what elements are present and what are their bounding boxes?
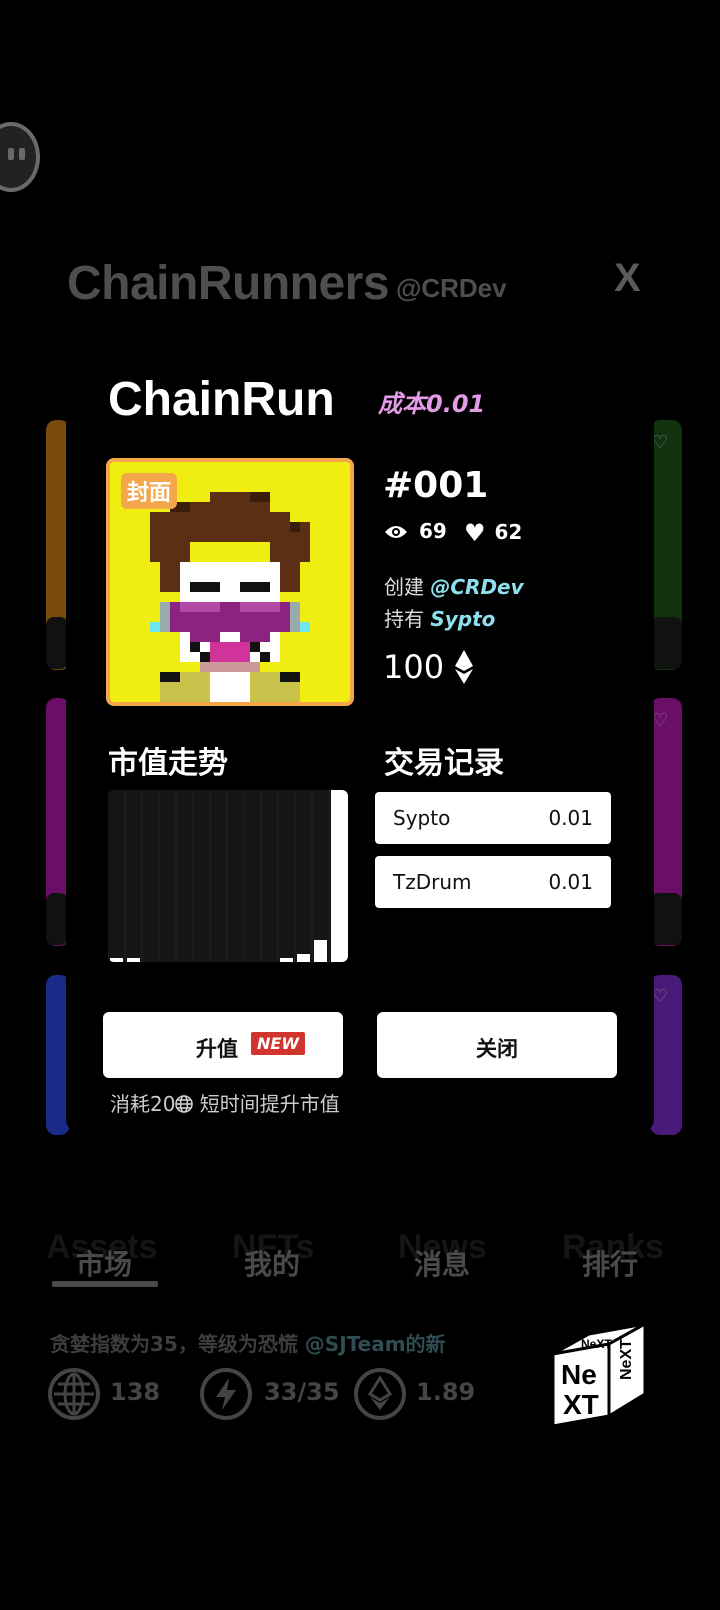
bg-card-footer xyxy=(650,617,682,669)
energy-count: 33/35 xyxy=(264,1378,340,1406)
trade-row[interactable]: Sypto 0.01 xyxy=(375,792,611,844)
eth-icon xyxy=(354,1368,406,1420)
close-label: 关闭 xyxy=(476,1037,518,1061)
coin-count: 138 xyxy=(110,1378,161,1406)
trend-bar xyxy=(297,954,310,962)
trend-bar xyxy=(110,958,123,962)
creator-line: 创建 @CRDev xyxy=(384,571,524,600)
new-badge: NEW xyxy=(251,1032,305,1055)
heart-icon[interactable]: ♡ xyxy=(652,712,670,730)
trade-row[interactable]: TzDrum 0.01 xyxy=(375,856,611,908)
close-icon[interactable]: X xyxy=(614,256,641,301)
svg-text:NeXT: NeXT xyxy=(581,1337,612,1351)
trade-history-title: 交易记录 xyxy=(384,746,504,781)
upgrade-hint: 消耗20 短时间提升市值 xyxy=(110,1088,340,1117)
hint-suffix: 短时间提升市值 xyxy=(193,1092,340,1116)
likes-count: 62 xyxy=(494,520,523,544)
cover-label: 封面 xyxy=(121,473,178,509)
active-tab-indicator xyxy=(52,1281,158,1287)
heart-icon[interactable]: ♡ xyxy=(652,434,670,452)
chat-bubble-icon[interactable] xyxy=(0,122,40,192)
eye-icon xyxy=(385,526,407,538)
eth-icon xyxy=(455,650,474,684)
heart-icon[interactable]: ♡ xyxy=(652,988,670,1006)
collection-title: ChainRunners xyxy=(67,257,390,310)
token-id: #001 xyxy=(383,465,489,506)
svg-text:Ne: Ne xyxy=(561,1359,597,1390)
upgrade-label: 升值 xyxy=(196,1037,238,1061)
views-count: 69 xyxy=(418,519,447,543)
owner-line: 持有 Sypto xyxy=(384,603,495,632)
price: 100 xyxy=(383,648,474,686)
cost-badge: 成本0.01 xyxy=(378,390,486,418)
trade-party: TzDrum xyxy=(393,870,472,894)
creator-link[interactable]: @CRDev xyxy=(430,575,523,599)
price-value: 100 xyxy=(383,648,445,686)
eth-balance: 1.89 xyxy=(416,1378,476,1406)
svg-text:XT: XT xyxy=(563,1389,599,1420)
bg-card-footer xyxy=(46,893,68,945)
modal-title: ChainRun xyxy=(108,373,335,426)
trade-party: Sypto xyxy=(393,806,451,830)
tab-mine[interactable]: 我的 xyxy=(244,1243,300,1283)
next-logo: Ne XT NeXT NeXT xyxy=(551,1321,647,1428)
trade-amount: 0.01 xyxy=(548,806,593,830)
trend-bar xyxy=(280,958,293,962)
ticker-highlight: @SJTeam的新 xyxy=(304,1332,446,1356)
views-stat: 69 xyxy=(384,519,447,543)
bg-card-footer xyxy=(46,617,68,669)
globe-icon xyxy=(48,1368,100,1420)
hint-prefix: 消耗20 xyxy=(110,1092,176,1116)
owner-label: 持有 xyxy=(384,607,424,631)
globe-icon xyxy=(175,1095,194,1113)
owner-link[interactable]: Sypto xyxy=(430,607,495,631)
ticker-text: 贪婪指数为35，等级为恐慌 xyxy=(50,1332,305,1356)
svg-text:NeXT: NeXT xyxy=(618,1339,635,1380)
news-ticker[interactable]: 贪婪指数为35，等级为恐慌 @SJTeam的新 xyxy=(50,1328,492,1357)
upgrade-button[interactable]: 升值 NEW xyxy=(103,1012,343,1078)
tab-ranking[interactable]: 排行 xyxy=(582,1243,638,1283)
trend-bar xyxy=(314,940,327,962)
likes-stat[interactable]: ♥ 62 xyxy=(464,519,522,547)
market-trend-title: 市值走势 xyxy=(108,746,228,781)
trend-bar xyxy=(331,790,348,962)
tab-messages[interactable]: 消息 xyxy=(414,1243,470,1283)
trade-amount: 0.01 xyxy=(548,870,593,894)
collection-handle[interactable]: @CRDev xyxy=(396,273,507,304)
tab-market[interactable]: 市场 xyxy=(76,1243,132,1283)
trend-bar xyxy=(127,958,140,962)
market-trend-chart xyxy=(108,790,348,962)
bg-card-footer xyxy=(650,893,682,945)
close-button[interactable]: 关闭 xyxy=(377,1012,617,1078)
creator-label: 创建 xyxy=(384,575,424,599)
heart-icon: ♥ xyxy=(464,519,486,547)
lightning-icon xyxy=(200,1368,252,1420)
